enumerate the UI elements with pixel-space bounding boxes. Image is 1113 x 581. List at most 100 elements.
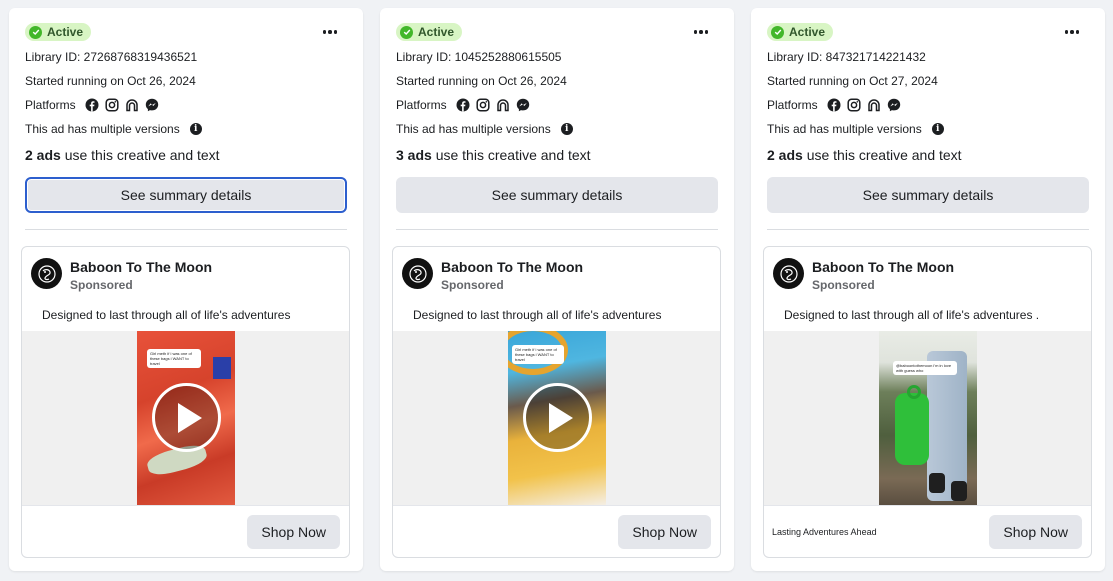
video-thumbnail[interactable]: Girl meth if i was one of these bags i W… bbox=[508, 331, 606, 505]
status-badge: Active bbox=[25, 23, 92, 41]
video-caption: Girl meth if i was one of these bags i W… bbox=[147, 349, 201, 368]
multiple-versions-row: This ad has multiple versions i bbox=[25, 122, 202, 136]
ads-count-row: 2 ads use this creative and text bbox=[767, 147, 962, 163]
divider bbox=[25, 229, 347, 230]
sponsored-label: Sponsored bbox=[812, 278, 875, 292]
divider bbox=[767, 229, 1089, 230]
page-name[interactable]: Baboon To The Moon bbox=[812, 259, 954, 275]
ads-count: 3 ads bbox=[396, 147, 432, 163]
ad-preview: Baboon To The Moon Sponsored Designed to… bbox=[21, 246, 350, 558]
video-thumbnail[interactable]: @baboontothemoon i'm in love with guess … bbox=[879, 331, 977, 505]
shoe bbox=[929, 473, 945, 493]
ad-card: Active Library ID: 27268768319436521 Sta… bbox=[9, 8, 363, 571]
multiple-versions-text: This ad has multiple versions bbox=[396, 122, 551, 136]
instagram-icon bbox=[476, 98, 490, 112]
status-label: Active bbox=[418, 25, 455, 39]
dot-icon bbox=[333, 30, 338, 34]
audience-network-icon bbox=[125, 99, 138, 112]
ads-count-suffix: use this creative and text bbox=[60, 147, 220, 163]
check-circle-icon bbox=[771, 25, 784, 39]
ad-body-text: Designed to last through all of life's a… bbox=[784, 308, 1040, 322]
platforms-label: Platforms bbox=[767, 98, 818, 112]
more-options-button[interactable] bbox=[1059, 22, 1085, 42]
audience-network-icon bbox=[496, 99, 509, 112]
dot-icon bbox=[693, 30, 698, 34]
library-id: Library ID: 27268768319436521 bbox=[25, 50, 198, 64]
avatar[interactable] bbox=[773, 258, 804, 289]
divider bbox=[22, 505, 349, 506]
green-backpack bbox=[895, 393, 929, 465]
status-label: Active bbox=[789, 25, 826, 39]
platforms-row: Platforms bbox=[767, 98, 901, 112]
platforms-row: Platforms bbox=[25, 98, 159, 112]
ad-body-text: Designed to last through all of life's a… bbox=[413, 308, 662, 322]
check-circle-icon bbox=[400, 25, 413, 39]
ads-count-row: 2 ads use this creative and text bbox=[25, 147, 220, 163]
multiple-versions-text: This ad has multiple versions bbox=[25, 122, 180, 136]
status-label: Active bbox=[47, 25, 84, 39]
divider bbox=[396, 229, 718, 230]
started-running: Started running on Oct 27, 2024 bbox=[767, 74, 938, 88]
video-caption: @baboontothemoon i'm in love with guess … bbox=[893, 361, 957, 375]
ad-card: Active Library ID: 1045252880615505 Star… bbox=[380, 8, 734, 571]
ad-media: Girl meth if i was one of these bags i W… bbox=[393, 331, 720, 505]
facebook-icon bbox=[456, 98, 470, 112]
more-options-button[interactable] bbox=[688, 22, 714, 42]
messenger-icon bbox=[887, 98, 900, 112]
dot-icon bbox=[1070, 30, 1074, 34]
more-options-button[interactable] bbox=[317, 22, 343, 42]
status-badge: Active bbox=[767, 23, 834, 41]
ad-body-text: Designed to last through all of life's a… bbox=[42, 308, 291, 322]
sponsored-label: Sponsored bbox=[441, 278, 504, 292]
messenger-icon bbox=[516, 98, 529, 112]
info-icon[interactable]: i bbox=[931, 123, 944, 135]
facebook-icon bbox=[827, 98, 841, 112]
ad-media: Girl meth if i was one of these bags i W… bbox=[22, 331, 349, 505]
started-running: Started running on Oct 26, 2024 bbox=[25, 74, 196, 88]
page-name[interactable]: Baboon To The Moon bbox=[70, 259, 212, 275]
info-icon[interactable]: i bbox=[189, 123, 202, 135]
avatar[interactable] bbox=[402, 258, 433, 289]
backpack-handle bbox=[907, 385, 921, 399]
platforms-label: Platforms bbox=[396, 98, 447, 112]
play-button[interactable] bbox=[152, 383, 221, 452]
video-thumbnail[interactable]: Girl meth if i was one of these bags i W… bbox=[137, 331, 235, 505]
audience-network-icon bbox=[867, 99, 880, 112]
product-tag bbox=[213, 357, 231, 379]
shop-now-button[interactable]: Shop Now bbox=[989, 515, 1082, 549]
platforms-row: Platforms bbox=[396, 98, 530, 112]
shoe bbox=[951, 481, 967, 501]
ads-count-suffix: use this creative and text bbox=[431, 147, 591, 163]
sponsored-label: Sponsored bbox=[70, 278, 133, 292]
ads-count-row: 3 ads use this creative and text bbox=[396, 147, 591, 163]
ad-preview: Baboon To The Moon Sponsored Designed to… bbox=[763, 246, 1092, 558]
dot-icon bbox=[1075, 30, 1080, 34]
avatar[interactable] bbox=[31, 258, 62, 289]
ad-card: Active Library ID: 847321714221432 Start… bbox=[751, 8, 1105, 571]
instagram-icon bbox=[847, 98, 861, 112]
library-id: Library ID: 847321714221432 bbox=[767, 50, 926, 64]
dot-icon bbox=[699, 30, 703, 34]
multiple-versions-row: This ad has multiple versions i bbox=[767, 122, 944, 136]
instagram-icon bbox=[105, 98, 119, 112]
video-caption: Girl meth if i was one of these bags i W… bbox=[512, 345, 564, 364]
library-id: Library ID: 1045252880615505 bbox=[396, 50, 562, 64]
see-summary-details-button[interactable]: See summary details bbox=[396, 177, 718, 213]
info-icon[interactable]: i bbox=[560, 123, 573, 135]
multiple-versions-text: This ad has multiple versions bbox=[767, 122, 922, 136]
status-badge: Active bbox=[396, 23, 463, 41]
see-summary-details-button[interactable]: See summary details bbox=[767, 177, 1089, 213]
see-summary-details-button[interactable]: See summary details bbox=[25, 177, 347, 213]
play-button[interactable] bbox=[523, 383, 592, 452]
started-running: Started running on Oct 26, 2024 bbox=[396, 74, 567, 88]
dot-icon bbox=[704, 30, 709, 34]
page-name[interactable]: Baboon To The Moon bbox=[441, 259, 583, 275]
dot-icon bbox=[322, 30, 327, 34]
ads-count: 2 ads bbox=[25, 147, 61, 163]
shop-now-button[interactable]: Shop Now bbox=[247, 515, 340, 549]
shop-now-button[interactable]: Shop Now bbox=[618, 515, 711, 549]
ad-preview: Baboon To The Moon Sponsored Designed to… bbox=[392, 246, 721, 558]
divider bbox=[393, 505, 720, 506]
link-caption[interactable]: Lasting Adventures Ahead bbox=[772, 527, 877, 537]
ads-count-suffix: use this creative and text bbox=[802, 147, 962, 163]
